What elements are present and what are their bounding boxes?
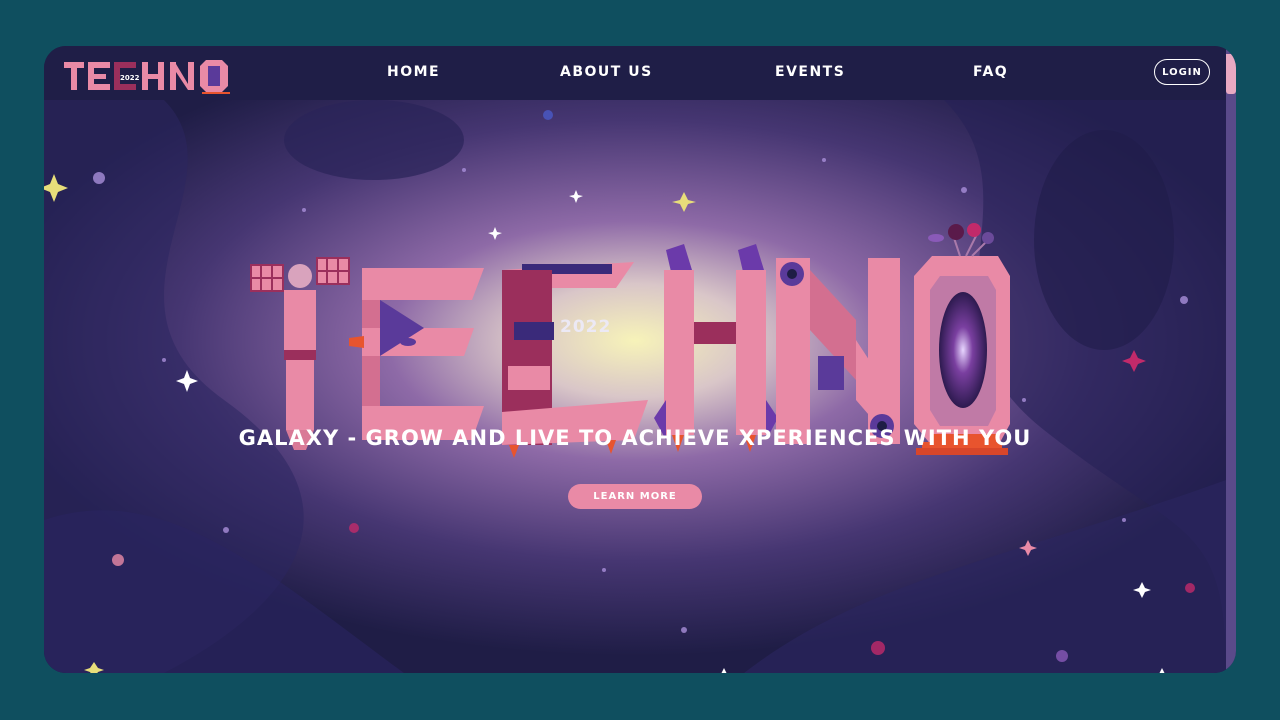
nav-about-us[interactable]: ABOUT US [560, 64, 653, 80]
nav-faq[interactable]: FAQ [973, 64, 1008, 80]
scrollbar[interactable] [1226, 46, 1236, 673]
hero-section: 2022 GALAXY - GROW AND LIVE TO ACHIEVE X… [44, 100, 1226, 673]
techno-logo[interactable]: 2022 [62, 54, 242, 94]
galaxy-background: 2022 [44, 100, 1226, 673]
nav-events[interactable]: EVENTS [775, 64, 845, 80]
nav-home[interactable]: HOME [387, 64, 440, 80]
scrollbar-thumb[interactable] [1226, 54, 1236, 94]
login-button[interactable]: LOGIN [1154, 59, 1210, 85]
browser-viewport: 2022 GALAXY - GROW AND LIVE TO ACHIEVE X… [44, 46, 1236, 673]
logo-year: 2022 [120, 74, 140, 82]
top-navbar: 2022 HOME ABOUT US EVENTS FAQ LOGIN [44, 46, 1226, 100]
letter-e [349, 268, 484, 440]
hero-headline: GALAXY - GROW AND LIVE TO ACHIEVE XPERIE… [238, 426, 1032, 450]
year-badge: 2022 [560, 317, 611, 337]
learn-more-button[interactable]: LEARN MORE [568, 484, 702, 509]
